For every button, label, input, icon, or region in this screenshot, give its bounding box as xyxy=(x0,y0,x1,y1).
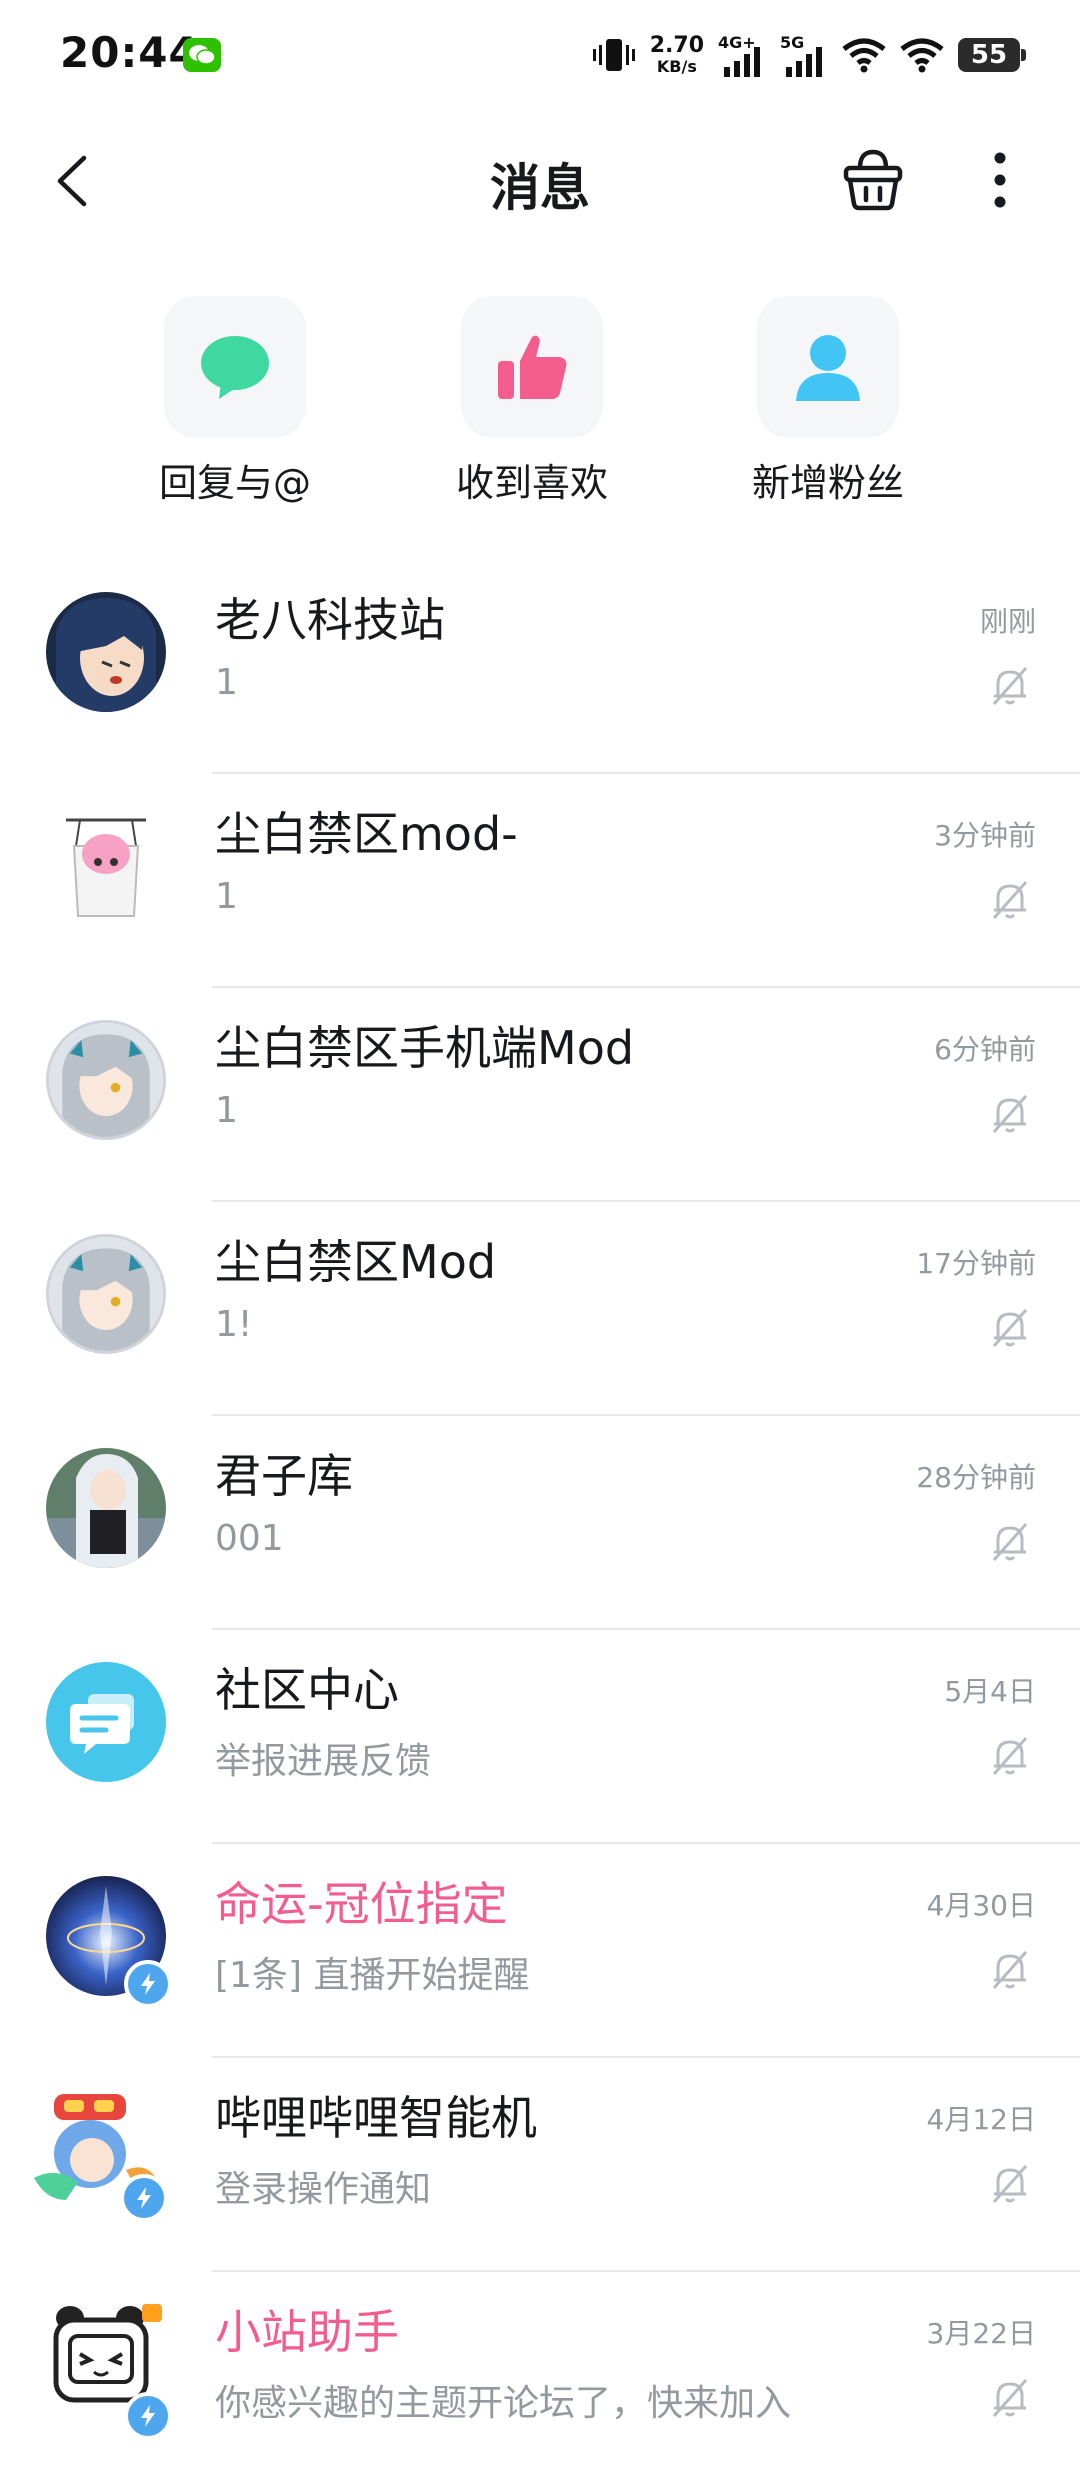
verified-badge-icon xyxy=(120,2174,168,2222)
conversation-preview: 登录操作通知 xyxy=(215,2169,432,2210)
avatar xyxy=(46,1662,166,1782)
conversation-preview: 你感兴趣的主题开论坛了，快来加入 xyxy=(215,2383,792,2424)
conversation-row[interactable]: 君子库 001 28分钟前 xyxy=(0,1416,1080,1630)
network-speed: 2.70 KB/s xyxy=(650,35,704,75)
wifi-icon xyxy=(842,38,886,73)
conversation-time: 刚刚 xyxy=(979,605,1036,638)
avatar xyxy=(46,1234,166,1354)
conversation-row[interactable]: 哔哩哔哩智能机 登录操作通知 4月12日 xyxy=(0,2058,1080,2272)
shopping-basket-icon xyxy=(843,149,903,211)
wechat-notification-icon xyxy=(183,38,221,72)
network-speed-unit: KB/s xyxy=(656,57,697,76)
conversation-time: 6分钟前 xyxy=(934,1033,1036,1066)
muted-bell-icon xyxy=(992,881,1028,919)
network-speed-value: 2.70 xyxy=(649,33,704,58)
quick-action-followers[interactable]: 新增粉丝 xyxy=(728,296,928,507)
conversation-row[interactable]: 尘白禁区mod- 1 3分钟前 xyxy=(0,774,1080,988)
conversation-row[interactable]: 命运-冠位指定 [1条] 直播开始提醒 4月30日 xyxy=(0,1844,1080,2058)
conversation-time: 28分钟前 xyxy=(916,1461,1036,1494)
quick-action-tile xyxy=(461,296,603,438)
conversation-row[interactable]: 小站助手 你感兴趣的主题开论坛了，快来加入 3月22日 xyxy=(0,2272,1080,2486)
conversation-name: 老八科技站 xyxy=(215,593,445,647)
status-time: 20:44 xyxy=(60,28,199,77)
conversation-preview: [1条] 直播开始提醒 xyxy=(215,1955,530,1996)
muted-bell-icon xyxy=(992,1737,1028,1775)
conversation-name: 尘白禁区Mod xyxy=(215,1235,497,1289)
quick-action-replies[interactable]: 回复与@ xyxy=(135,296,335,507)
quick-action-likes[interactable]: 收到喜欢 xyxy=(432,296,632,507)
page-title: 消息 xyxy=(490,159,590,217)
verified-badge-icon xyxy=(124,1960,172,2008)
status-indicators: 2.70 KB/s 4G+ 5G 55 xyxy=(592,30,1026,80)
quick-action-label: 新增粉丝 xyxy=(751,461,904,505)
muted-bell-icon xyxy=(992,667,1028,705)
conversation-preview: 举报进展反馈 xyxy=(215,1741,432,1782)
muted-bell-icon xyxy=(992,2165,1028,2203)
conversation-name: 尘白禁区mod- xyxy=(215,807,518,861)
verified-badge-icon xyxy=(124,2392,172,2440)
conversation-row[interactable]: 社区中心 举报进展反馈 5月4日 xyxy=(0,1630,1080,1844)
conversation-row[interactable]: 尘白禁区手机端Mod 1 6分钟前 xyxy=(0,988,1080,1202)
conversation-name: 哔哩哔哩智能机 xyxy=(215,2091,537,2145)
conversation-time: 5月4日 xyxy=(944,1675,1036,1708)
avatar xyxy=(46,592,166,712)
chat-bubble-icon xyxy=(201,336,269,399)
avatar xyxy=(46,1020,166,1140)
conversation-time: 17分钟前 xyxy=(916,1247,1036,1280)
status-bar: 20:44 2.70 KB/s 4G+ 5G 55 xyxy=(0,0,1080,110)
muted-bell-icon xyxy=(992,1309,1028,1347)
muted-bell-icon xyxy=(992,1523,1028,1561)
quick-action-tile xyxy=(164,296,306,438)
top-navigation-bar: 消息 xyxy=(0,110,1080,250)
wifi-icon-2 xyxy=(900,38,944,73)
more-options-button[interactable] xyxy=(980,146,1020,214)
muted-bell-icon xyxy=(992,1095,1028,1133)
conversation-name: 君子库 xyxy=(215,1449,353,1503)
shop-button[interactable] xyxy=(840,144,906,214)
avatar xyxy=(46,1448,166,1568)
conversation-row[interactable]: 老八科技站 1 刚刚 xyxy=(0,560,1080,774)
muted-bell-icon xyxy=(992,1951,1028,1989)
conversation-time: 4月30日 xyxy=(926,1889,1036,1922)
battery-icon: 55 xyxy=(958,38,1026,72)
signal-4g-icon: 4G+ xyxy=(718,33,766,77)
conversation-list: 老八科技站 1 刚刚 尘白禁区mod- 1 3分钟前 尘白禁区手机端Mod 1 … xyxy=(0,560,1080,2486)
conversation-name: 尘白禁区手机端Mod xyxy=(215,1021,635,1075)
conversation-preview: 1 xyxy=(215,1090,238,1131)
person-icon xyxy=(796,335,860,401)
muted-bell-icon xyxy=(992,2379,1028,2417)
conversation-preview: 1 xyxy=(215,662,238,703)
conversation-time: 3月22日 xyxy=(926,2317,1036,2350)
conversation-name: 小站助手 xyxy=(215,2305,399,2359)
conversation-preview: 001 xyxy=(215,1518,284,1559)
avatar xyxy=(46,806,166,926)
more-vertical-icon xyxy=(994,152,1006,208)
quick-action-label: 收到喜欢 xyxy=(455,461,608,505)
signal-5g-icon: 5G xyxy=(780,33,828,77)
conversation-preview: 1! xyxy=(215,1304,253,1345)
quick-actions: 回复与@ 收到喜欢 新增粉丝 xyxy=(0,296,1080,516)
conversation-row[interactable]: 尘白禁区Mod 1! 17分钟前 xyxy=(0,1202,1080,1416)
conversation-time: 4月12日 xyxy=(926,2103,1036,2136)
quick-action-label: 回复与@ xyxy=(158,461,311,505)
conversation-time: 3分钟前 xyxy=(934,819,1036,852)
thumbs-up-icon xyxy=(498,335,567,399)
conversation-name: 社区中心 xyxy=(215,1663,399,1717)
vibrate-icon xyxy=(592,39,635,71)
quick-action-tile xyxy=(757,296,899,438)
conversation-name: 命运-冠位指定 xyxy=(215,1877,508,1931)
conversation-preview: 1 xyxy=(215,876,238,917)
